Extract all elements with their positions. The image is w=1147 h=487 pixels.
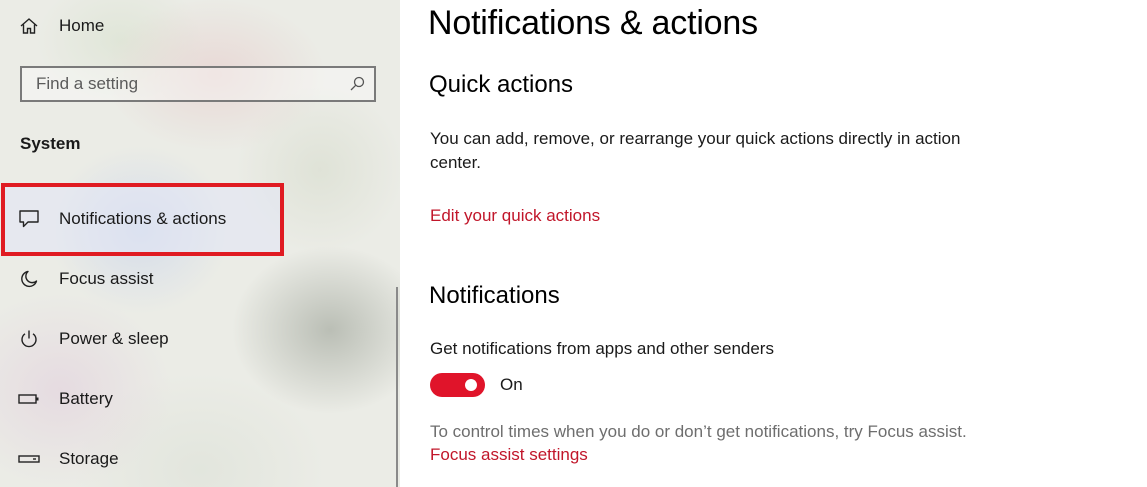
toggle-knob	[465, 379, 477, 391]
sidebar-item-label: Storage	[59, 449, 119, 468]
toggle-state-label: On	[500, 375, 523, 394]
quick-actions-description: You can add, remove, or rearrange your q…	[430, 129, 961, 172]
power-icon	[18, 328, 40, 350]
sidebar-scrollbar[interactable]	[396, 287, 398, 487]
sidebar-item-label: Power & sleep	[59, 329, 169, 348]
focus-assist-hint: To control times when you do or don’t ge…	[430, 422, 967, 441]
battery-icon	[18, 388, 40, 410]
search-icon[interactable]	[348, 75, 366, 93]
main-content: Notifications & actions Quick actions Yo…	[400, 0, 1147, 487]
sidebar-item-storage[interactable]: Storage	[0, 439, 400, 479]
sidebar: Home System Notifications & actions	[0, 0, 400, 487]
notifications-toggle[interactable]	[430, 373, 485, 397]
notifications-toggle-label: Get notifications from apps and other se…	[430, 339, 774, 358]
sidebar-item-home[interactable]: Home	[0, 6, 400, 46]
edit-quick-actions-link[interactable]: Edit your quick actions	[430, 206, 600, 226]
message-icon	[18, 208, 40, 230]
search-input[interactable]	[22, 68, 338, 100]
home-icon	[18, 15, 40, 37]
page-title: Notifications & actions	[428, 4, 758, 42]
sidebar-item-power-sleep[interactable]: Power & sleep	[0, 319, 400, 359]
sidebar-item-label: Home	[59, 16, 105, 35]
sidebar-item-notifications[interactable]: Notifications & actions	[0, 199, 400, 239]
search-field[interactable]	[20, 66, 376, 102]
moon-icon	[18, 268, 40, 290]
section-label: System	[20, 134, 81, 153]
focus-assist-settings-link[interactable]: Focus assist settings	[430, 445, 588, 465]
sidebar-item-label: Battery	[59, 389, 113, 408]
sidebar-item-label: Focus assist	[59, 269, 154, 288]
storage-icon	[18, 448, 40, 470]
sidebar-item-battery[interactable]: Battery	[0, 379, 400, 419]
settings-window: Home System Notifications & actions	[0, 0, 1147, 487]
sidebar-item-focus-assist[interactable]: Focus assist	[0, 259, 400, 299]
quick-actions-heading: Quick actions	[429, 71, 574, 98]
notifications-heading: Notifications	[429, 282, 560, 309]
sidebar-item-label: Notifications & actions	[59, 209, 227, 228]
